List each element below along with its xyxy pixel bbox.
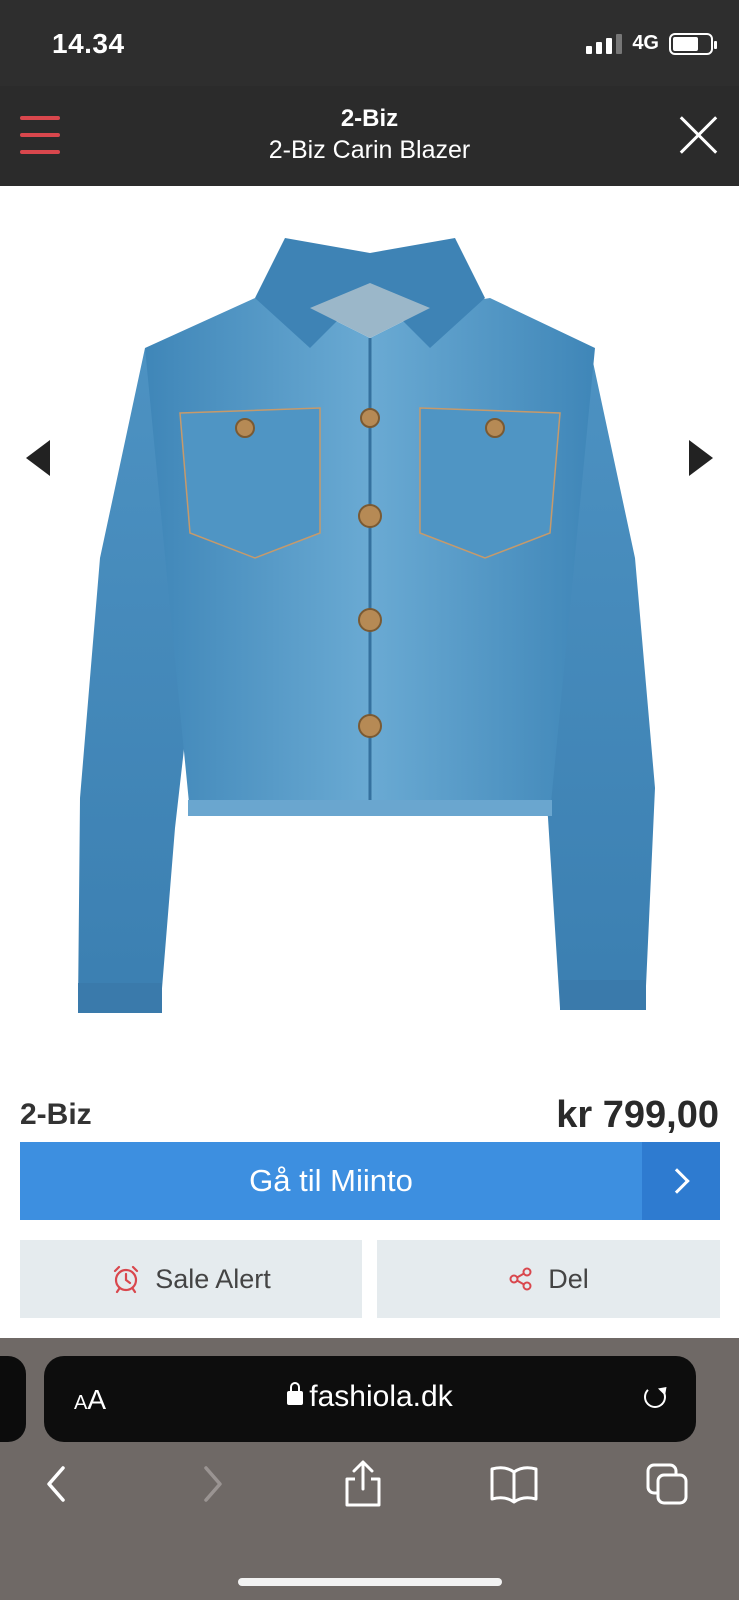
next-image-arrow-icon[interactable] <box>689 440 713 476</box>
lock-icon <box>287 1382 304 1405</box>
previous-tab-preview[interactable] <box>0 1356 26 1442</box>
browser-toolbar: AA fashiola.dk <box>0 1338 739 1600</box>
product-image-carousel <box>0 186 739 1066</box>
product-price: kr 799,00 <box>556 1094 719 1136</box>
url-text: fashiola.dk <box>309 1380 453 1413</box>
tabs-icon <box>646 1463 688 1505</box>
product-image <box>78 238 655 1013</box>
chevron-right-icon <box>204 1466 222 1502</box>
page: 14.34 4G 2-Biz 2-Biz Carin Blazer 2-Biz … <box>0 0 739 1600</box>
app-header: 2-Biz 2-Biz Carin Blazer <box>0 86 739 186</box>
browser-nav-row <box>0 1436 739 1536</box>
bookmarks-button[interactable] <box>484 1454 544 1514</box>
alarm-clock-icon <box>114 1265 139 1294</box>
sale-alert-button[interactable]: Sale Alert <box>20 1240 362 1318</box>
previous-image-arrow-icon[interactable] <box>26 440 50 476</box>
url-display[interactable]: fashiola.dk <box>44 1380 696 1414</box>
battery-icon <box>669 32 717 55</box>
status-bar: 14.34 4G <box>0 0 739 86</box>
forward-button[interactable] <box>183 1454 243 1514</box>
product-brand: 2-Biz <box>20 1098 92 1131</box>
back-button[interactable] <box>26 1454 86 1514</box>
header-product-name: 2-Biz Carin Blazer <box>268 136 471 164</box>
cellular-signal-icon <box>586 33 623 54</box>
header-brand: 2-Biz <box>340 105 399 132</box>
share-icon <box>509 1267 532 1291</box>
share-label: Del <box>548 1263 589 1294</box>
chevron-left-icon <box>47 1466 65 1502</box>
go-to-shop-label: Gå til Miinto <box>249 1163 413 1198</box>
open-book-icon <box>490 1466 538 1504</box>
close-icon[interactable] <box>677 114 719 156</box>
status-time: 14.34 <box>52 28 125 59</box>
share-page-button[interactable] <box>333 1454 393 1514</box>
share-button[interactable]: Del <box>377 1240 720 1318</box>
status-indicators: 4G <box>586 32 717 55</box>
address-bar[interactable]: AA fashiola.dk <box>44 1356 696 1442</box>
go-to-shop-button[interactable]: Gå til Miinto <box>20 1142 720 1220</box>
header-titles: 2-Biz 2-Biz Carin Blazer <box>150 104 589 166</box>
sale-alert-label: Sale Alert <box>155 1263 271 1294</box>
home-indicator <box>238 1578 502 1586</box>
share-up-icon <box>345 1460 381 1507</box>
chevron-right-icon <box>642 1142 720 1220</box>
hamburger-menu-icon[interactable] <box>20 116 60 154</box>
reload-icon[interactable] <box>644 1386 666 1408</box>
tabs-button[interactable] <box>637 1454 697 1514</box>
network-type: 4G <box>632 32 659 54</box>
